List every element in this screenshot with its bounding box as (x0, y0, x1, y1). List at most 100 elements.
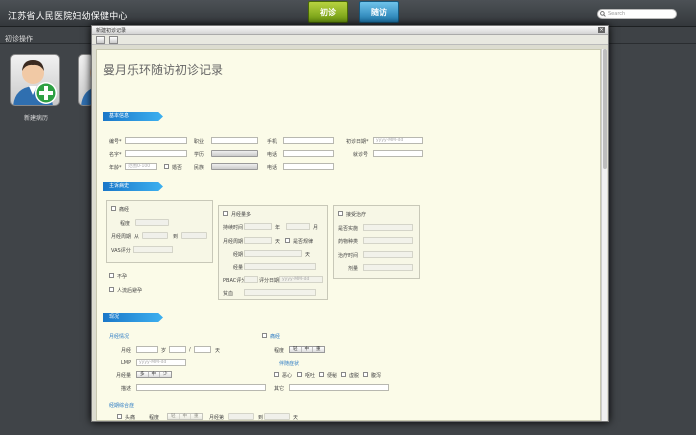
pbac-field[interactable] (244, 276, 258, 283)
desc-label: 描述 (121, 386, 132, 392)
infertile-checkbox[interactable] (109, 273, 114, 278)
married-checkbox[interactable] (164, 164, 169, 169)
symptom-constipation-label: 便秘 (327, 373, 338, 379)
headache-option-medium[interactable]: 中 (180, 414, 191, 419)
job-field[interactable] (211, 137, 258, 144)
pain-option-medium[interactable]: 中 (302, 347, 313, 352)
symptom-nausea-checkbox[interactable] (274, 372, 279, 377)
mid-cycle-field[interactable] (244, 237, 272, 244)
save-button[interactable] (96, 36, 105, 44)
pain-degree-segmented[interactable]: 轻 中 重 (289, 346, 325, 353)
symptom-diarrhea-checkbox[interactable] (363, 372, 368, 377)
headache-cycleday-label: 月经第 (209, 415, 225, 421)
cycle-to-select[interactable] (181, 232, 207, 239)
top-bar: 江苏省人民医院妇幼保健中心 初诊 随访 Search (0, 0, 696, 27)
symptom-collapse-label: 虚脱 (349, 373, 360, 379)
document-title: 曼月乐环随访初诊记录 (103, 63, 224, 77)
first-date-placeholder: yyyy-MM-dd (376, 138, 404, 143)
age-field[interactable]: 范围0-100 (125, 163, 157, 170)
menses-heading: 月经情况 (109, 334, 130, 340)
dysmenorrhea-label: 痛经 (119, 207, 130, 213)
effect-field[interactable] (363, 264, 413, 271)
new-record-dialog: 新建初诊记录 × 曼月乐环随访初诊记录 基本信息 编号* 职业 手机 初诊日期*… (91, 25, 609, 422)
duration-label: 持续时间 (223, 225, 244, 231)
degree-select[interactable] (135, 219, 169, 226)
pain-option-light[interactable]: 轻 (290, 347, 302, 352)
period-field[interactable] (244, 250, 302, 257)
month-label: 月 (313, 225, 319, 231)
headache-to-select[interactable] (264, 413, 290, 420)
visit-no-field[interactable] (373, 150, 423, 157)
name-field[interactable] (125, 150, 187, 157)
symptom-constipation-checkbox[interactable] (319, 372, 324, 377)
scrollbar[interactable] (601, 49, 607, 421)
lmp-field[interactable]: yyyy-MM-dd (136, 359, 186, 366)
amount-field[interactable] (244, 263, 316, 270)
options-field[interactable] (363, 224, 413, 231)
edu-label: 学历 (194, 152, 205, 158)
new-record-tile[interactable] (10, 54, 60, 106)
close-icon[interactable]: × (598, 27, 605, 33)
irregular-checkbox[interactable] (285, 238, 290, 243)
tel2-field[interactable] (283, 163, 334, 170)
flow-option-medium[interactable]: 中 (149, 372, 160, 377)
edu-select[interactable] (211, 150, 258, 157)
headache-option-light[interactable]: 轻 (168, 414, 180, 419)
married-label: 婚否 (172, 165, 183, 171)
time-field[interactable] (363, 251, 413, 258)
anemia-field[interactable] (244, 289, 316, 296)
flow-option-much[interactable]: 多 (137, 372, 149, 377)
menarche-age-field[interactable] (136, 346, 158, 353)
id-field[interactable] (125, 137, 187, 144)
search-input[interactable]: Search (597, 9, 677, 19)
menses-days-field[interactable] (169, 346, 186, 353)
ethnic-label: 民族 (194, 165, 205, 171)
lmp-placeholder: yyyy-MM-dd (139, 360, 167, 365)
other-field[interactable] (289, 384, 389, 391)
effect-label: 剂量 (348, 266, 359, 272)
dysmenorrhea-checkbox[interactable] (111, 206, 116, 211)
anemia-label: 贫血 (223, 291, 234, 297)
first-date-label: 初诊日期* (346, 139, 369, 145)
accomp-heading: 伴随症状 (279, 361, 300, 367)
new-record-label: 新建病历 (24, 115, 49, 122)
pain-checkbox[interactable] (262, 333, 267, 338)
flow-option-little[interactable]: 少 (160, 372, 171, 377)
cycle-label: 月经周期 (111, 234, 132, 240)
headache-from-select[interactable] (228, 413, 254, 420)
desc-field[interactable] (136, 384, 266, 391)
pbac-date-field[interactable]: yyyy-MM-dd (279, 276, 323, 283)
headache-option-heavy[interactable]: 重 (191, 414, 202, 419)
ethnic-select[interactable] (211, 163, 258, 170)
dialog-title: 新建初诊记录 (96, 28, 127, 34)
symptom-vomit-checkbox[interactable] (297, 372, 302, 377)
menorrhagia-panel: 月经量多 持续时间 年 月 月经周期 天 是否规律 经期 天 经量 PBAC评分… (218, 205, 328, 300)
menorrhagia-checkbox[interactable] (223, 211, 228, 216)
headache-checkbox[interactable] (117, 414, 122, 419)
phone-field[interactable] (283, 137, 334, 144)
job-label: 职业 (194, 139, 205, 145)
other-label: 其它 (274, 386, 285, 392)
treatment-checkbox[interactable] (338, 211, 343, 216)
pain-option-heavy[interactable]: 重 (313, 347, 324, 352)
mid-cycle-label: 月经周期 (223, 239, 244, 245)
search-placeholder: Search (608, 11, 626, 17)
vas-field[interactable] (133, 246, 173, 253)
duration-year-field[interactable] (244, 223, 272, 230)
scrollbar-thumb[interactable] (603, 49, 607, 169)
headache-day-label: 天 (293, 415, 299, 421)
first-date-field[interactable]: yyyy-MM-dd (373, 137, 423, 144)
abortion-checkbox[interactable] (109, 287, 114, 292)
symptom-collapse-checkbox[interactable] (341, 372, 346, 377)
headache-degree-segmented[interactable]: 轻 中 重 (167, 413, 203, 420)
menses-cycle-field[interactable] (194, 346, 211, 353)
tel-field[interactable] (283, 150, 334, 157)
tab-follow-up[interactable]: 随访 (359, 1, 399, 23)
flow-segmented[interactable]: 多 中 少 (136, 371, 172, 378)
cycle-from-select[interactable] (142, 232, 168, 239)
drugs-field[interactable] (363, 237, 413, 244)
print-button[interactable] (109, 36, 118, 44)
symptom-vomit-label: 呕吐 (305, 373, 316, 379)
tab-first-visit[interactable]: 初诊 (308, 1, 348, 23)
duration-month-field[interactable] (286, 223, 310, 230)
